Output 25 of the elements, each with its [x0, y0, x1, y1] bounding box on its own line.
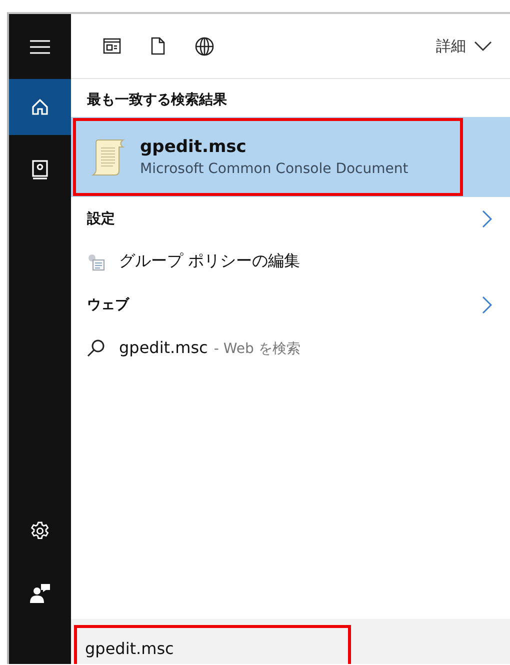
- feedback-icon: [30, 583, 50, 603]
- chevron-right-icon[interactable]: [482, 210, 492, 228]
- section-heading: 最も一致する検索結果: [86, 91, 228, 110]
- best-match-item[interactable]: gpedit.msc Microsoft Common Console Document: [71, 117, 510, 197]
- more-button[interactable]: 詳細: [436, 36, 492, 56]
- script-file-icon: [90, 137, 126, 177]
- document-icon[interactable]: [151, 37, 165, 55]
- settings-icon: [30, 521, 50, 541]
- search-field[interactable]: gpedit.msc: [74, 625, 351, 664]
- chevron-down-icon: [474, 41, 492, 51]
- result-item[interactable]: gpedit.msc - Web を検索: [119, 338, 300, 358]
- search-icon: [87, 338, 105, 356]
- result-item[interactable]: グループ ポリシーの編集: [119, 251, 300, 272]
- globe-icon[interactable]: [195, 36, 214, 56]
- result-type: Microsoft Common Console Document: [140, 161, 408, 177]
- notebook-icon: [32, 160, 48, 180]
- section-heading: 設定: [86, 210, 116, 228]
- section-heading: ウェブ: [86, 296, 130, 314]
- home-icon: [31, 98, 49, 116]
- result-title: gpedit.msc: [140, 137, 248, 157]
- app-window-icon[interactable]: [103, 38, 121, 54]
- menu-icon: [30, 40, 50, 54]
- home-button[interactable]: [9, 79, 71, 135]
- policy-editor-icon: [87, 252, 105, 270]
- chevron-right-icon[interactable]: [482, 296, 492, 314]
